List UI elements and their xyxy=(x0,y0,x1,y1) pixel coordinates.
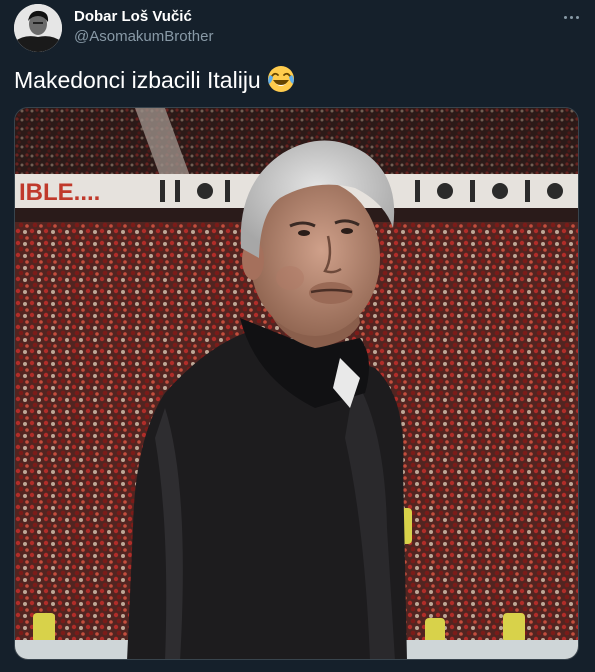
more-options-button[interactable] xyxy=(556,6,586,28)
stadium-banner-text: IBLE.... xyxy=(19,179,100,206)
tweet-text: Makedonci izbacili Italiju xyxy=(14,64,295,101)
tweet-card[interactable]: Dobar Loš Vučić @AsomakumBrother Makedon… xyxy=(0,0,595,672)
author-handle[interactable]: @AsomakumBrother xyxy=(74,28,213,45)
tweet-photo[interactable]: IBLE.... xyxy=(14,107,579,660)
face-with-tears-of-joy-emoji xyxy=(267,65,295,101)
more-horizontal-icon xyxy=(563,15,567,19)
author-avatar[interactable] xyxy=(14,4,62,52)
author-display-name[interactable]: Dobar Loš Vučić xyxy=(74,8,192,25)
more-dot xyxy=(569,15,573,19)
more-dot xyxy=(575,15,579,19)
tweet-text-body: Makedonci izbacili Italiju xyxy=(14,67,261,93)
